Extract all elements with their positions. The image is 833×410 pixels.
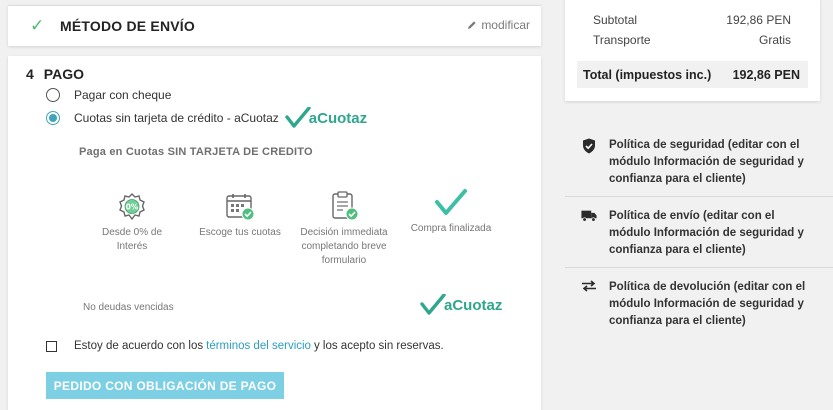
payment-step-title: 4 PAGO (26, 66, 84, 82)
promo-title: Paga en Cuotas SIN TARJETA DE CREDITO (79, 146, 313, 158)
percent-badge-icon: 0% (119, 193, 145, 221)
feature-purchase: Compra finalizada (406, 188, 496, 236)
terms-checkbox[interactable] (46, 340, 57, 352)
terms-prefix: Estoy de acuerdo con los (74, 340, 204, 352)
reassurance-returns: Política de devolución (editar con el mó… (565, 279, 820, 330)
modify-shipping-link[interactable]: modificar (467, 18, 530, 32)
subtotal-label: Subtotal (593, 13, 638, 27)
reassurance-security: Política de seguridad (editar con el mód… (565, 137, 820, 188)
divider (565, 196, 833, 197)
reassurance-text: Política de devolución (editar con el mó… (609, 281, 806, 327)
terms-agreement: Estoy de acuerdo con los términos del se… (46, 340, 444, 352)
shipping-value: Gratis (758, 33, 791, 47)
subtotal-value: 192,86 PEN (726, 13, 791, 27)
payment-option-label[interactable]: Pagar con cheque (74, 88, 171, 102)
svg-text:0%: 0% (126, 203, 139, 212)
check-mark-icon (420, 294, 446, 315)
clipboard-check-icon (332, 191, 359, 221)
shipping-step-card[interactable]: ✓ MÉTODO DE ENVÍO modificar (8, 5, 541, 46)
feature-text: Desde 0% de Interés (101, 227, 163, 252)
check-icon: ✓ (30, 16, 45, 35)
feature-decision: Decisión immediata completando breve for… (294, 190, 394, 268)
exchange-arrows-icon (582, 280, 596, 292)
acuotaz-logo: aCuotaz (420, 294, 502, 316)
feature-text: Escoge tus cuotas (199, 227, 281, 238)
acuotaz-logo: aCuotaz (285, 107, 367, 129)
subtotal-row: Subtotal 192,86 PEN (593, 13, 791, 27)
shipping-step-title: MÉTODO DE ENVÍO (60, 18, 195, 34)
shipping-row: Transporte Gratis (593, 33, 791, 47)
payment-option-acuotaz[interactable]: Cuotas sin tarjeta de crédito - aCuotaz … (46, 107, 367, 129)
feature-text: Decisión immediata completando breve for… (300, 227, 388, 266)
checkout-steps: ✓ MÉTODO DE ENVÍO modificar 4 PAGO Pagar … (8, 0, 541, 410)
brand-name: aCuotaz (444, 296, 503, 314)
total-row: Total (impuestos inc.) 192,86 PEN (577, 61, 808, 88)
brand-name: aCuotaz (308, 109, 368, 127)
shield-check-icon (583, 138, 595, 154)
shipping-label: Transporte (593, 33, 651, 47)
reassurance-text: Política de envío (editar con el módulo … (609, 210, 804, 256)
feature-installments: Escoge tus cuotas (196, 192, 284, 240)
total-label: Total (impuestos inc.) (583, 67, 712, 82)
payment-option-cheque[interactable]: Pagar con cheque (46, 88, 171, 102)
radio-cheque[interactable] (46, 88, 60, 102)
no-debt-text: No deudas vencidas (83, 302, 174, 313)
place-order-button[interactable]: PEDIDO CON OBLIGACIÓN DE PAGO (46, 372, 284, 399)
reassurance-text: Política de seguridad (editar con el mód… (609, 139, 804, 185)
step-title-text: PAGO (43, 66, 84, 82)
radio-acuotaz[interactable] (46, 111, 60, 125)
check-mark-icon (435, 189, 467, 215)
feature-text: Compra finalizada (410, 223, 492, 234)
check-mark-icon (285, 107, 311, 128)
truck-icon (581, 210, 597, 222)
terms-suffix: y los acepto sin reservas. (313, 340, 444, 352)
cart-summary: Subtotal 192,86 PEN Transporte Gratis To… (565, 0, 820, 101)
divider (565, 267, 833, 268)
payment-step-card: 4 PAGO Pagar con cheque Cuotas sin tarjet… (8, 56, 541, 410)
feature-interest: 0% Desde 0% de Interés (86, 192, 178, 254)
reassurance-shipping: Política de envío (editar con el módulo … (565, 208, 820, 259)
pencil-icon (468, 21, 476, 29)
calendar-check-icon (226, 194, 255, 221)
total-value: 192,86 PEN (732, 67, 800, 82)
terms-link[interactable]: términos del servicio (206, 340, 311, 352)
payment-option-label[interactable]: Cuotas sin tarjeta de crédito - aCuotaz (74, 111, 279, 125)
step-number: 4 (26, 66, 34, 82)
modify-label[interactable]: modificar (481, 18, 530, 32)
